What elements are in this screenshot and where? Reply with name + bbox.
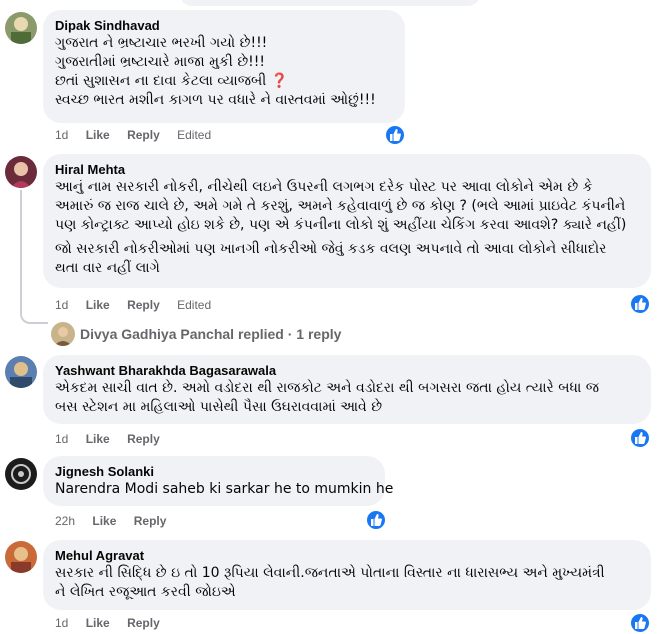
- comment-text: ગુજરાતીમાં ભ્રષ્ટાચારે માજા મુકી છે!!!: [55, 54, 265, 70]
- comment-author[interactable]: Mehul Agravat: [55, 547, 639, 564]
- comment-text: Narendra Modi saheb ki sarkar he to mumk…: [55, 481, 394, 497]
- like-reaction-icon[interactable]: [629, 293, 651, 315]
- comment-text: થતા વાર નહીં લાગે: [55, 260, 160, 276]
- comment-text: અમારું જ રાજ ચાલે છે, અમે ગમે તે કરશું, …: [55, 198, 626, 214]
- comment-bubble: Jignesh Solanki Narendra Modi saheb ki s…: [43, 456, 394, 506]
- comment-actions: 1d Like Reply Edited: [55, 298, 225, 312]
- comment-text: જો સરકારી નોકરીઓમાં પણ ખાનગી નોકરીઓ જેવુ…: [55, 241, 607, 257]
- like-reaction-icon[interactable]: [365, 509, 387, 531]
- comment-bubble: Hiral Mehta આનું નામ સરકારી નોકરી, નીચેથ…: [43, 154, 651, 288]
- comment-time[interactable]: 1d: [55, 128, 68, 142]
- avatar[interactable]: [5, 356, 37, 388]
- view-replies-link[interactable]: Divya Gadhiya Panchal replied · 1 reply: [80, 326, 341, 342]
- like-reaction-icon[interactable]: [629, 612, 651, 634]
- comment-actions: 1d Like Reply: [55, 432, 174, 446]
- comment-bubble: Yashwant Bharakhda Bagasarawala એકદમ સાચ…: [43, 355, 651, 424]
- comment-time[interactable]: 1d: [55, 432, 68, 446]
- avatar[interactable]: [5, 156, 37, 188]
- avatar[interactable]: [5, 12, 37, 44]
- comment-author[interactable]: Yashwant Bharakhda Bagasarawala: [55, 362, 639, 379]
- reply-button[interactable]: Reply: [127, 128, 160, 142]
- comment-author[interactable]: Hiral Mehta: [55, 161, 639, 178]
- comment-text: બસ સ્ટેશન મા મહિલાઓ પાસેથી પૈસા ઉઘરાવવામ…: [55, 399, 383, 415]
- comment-time[interactable]: 1d: [55, 616, 68, 630]
- comment-text: સ્વચ્છ ભારત મશીન કાગળ પર વધારે ને વાસ્તવ…: [55, 92, 376, 108]
- reply-button[interactable]: Reply: [127, 616, 160, 630]
- edited-label: Edited: [177, 298, 212, 312]
- previous-comment-edge: [180, 0, 480, 6]
- comment-actions: 1d Like Reply Edited: [55, 128, 225, 142]
- reply-button[interactable]: Reply: [127, 432, 160, 446]
- comment-time[interactable]: 22h: [55, 514, 75, 528]
- question-icon: ❓: [270, 73, 289, 89]
- edited-label: Edited: [177, 128, 212, 142]
- avatar[interactable]: [51, 322, 75, 346]
- comment-author[interactable]: Jignesh Solanki: [55, 463, 373, 480]
- comment-actions: 1d Like Reply: [55, 616, 174, 630]
- comment-time[interactable]: 1d: [55, 298, 68, 312]
- like-button[interactable]: Like: [86, 128, 110, 142]
- like-reaction-icon[interactable]: [629, 427, 651, 449]
- like-button[interactable]: Like: [92, 514, 116, 528]
- comment-text: ગુજરાત ને ભ્રષ્ટાચાર ભરખી ગયો છે!!!: [55, 35, 268, 51]
- reply-button[interactable]: Reply: [134, 514, 167, 528]
- comment-text: પણ કોન્ટ્રાક્ટ આપ્યો હોઇ શકે છે, પણ એ કં…: [55, 217, 627, 233]
- comment-text: છતાં સુશાસન ના દાવા કેટલા વ્યાજબી ❓: [55, 73, 289, 89]
- comment-author[interactable]: Dipak Sindhavad: [55, 17, 393, 34]
- comment-actions: 22h Like Reply: [55, 514, 180, 528]
- reply-button[interactable]: Reply: [127, 298, 160, 312]
- avatar[interactable]: [5, 541, 37, 573]
- comment-text: સરકાર ની સિદ્ધિ છે ઇ તો 10 રૂપિયા લેવાની…: [55, 565, 605, 581]
- comment-text: એકદમ સાચી વાત છે. અમો વડોદરા થી રાજકોટ અ…: [55, 380, 599, 396]
- comment-text: આનું નામ સરકારી નોકરી, નીચેથી લઇને ઉપરની…: [55, 179, 593, 195]
- comment-bubble: Dipak Sindhavad ગુજરાત ને ભ્રષ્ટાચાર ભરખ…: [43, 10, 405, 123]
- comment-bubble: Mehul Agravat સરકાર ની સિદ્ધિ છે ઇ તો 10…: [43, 540, 651, 610]
- comment-text: ને લેખિત રજૂઆત કરવી જોઇએ: [55, 584, 236, 600]
- like-button[interactable]: Like: [86, 432, 110, 446]
- like-button[interactable]: Like: [86, 616, 110, 630]
- avatar[interactable]: [5, 458, 37, 490]
- like-reaction-icon[interactable]: [384, 124, 406, 146]
- like-button[interactable]: Like: [86, 298, 110, 312]
